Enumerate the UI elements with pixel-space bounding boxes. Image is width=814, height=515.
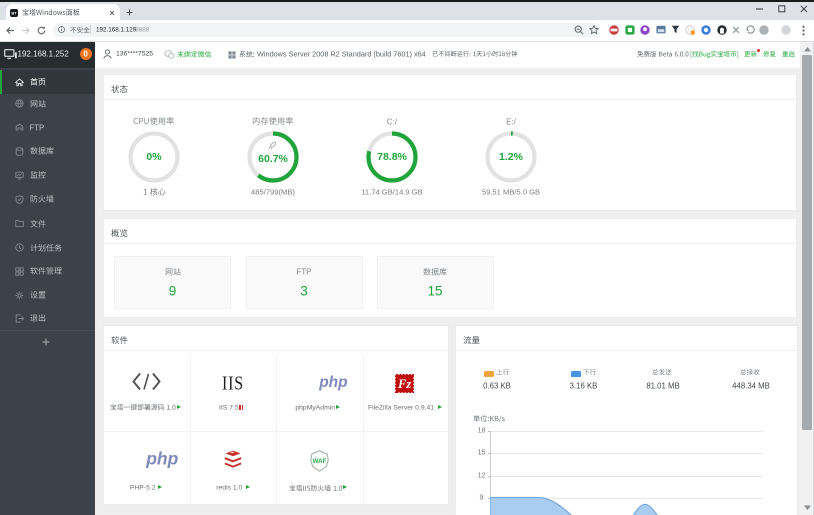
- svg-text:Fz: Fz: [397, 377, 411, 391]
- svg-text:WAF: WAF: [312, 458, 326, 465]
